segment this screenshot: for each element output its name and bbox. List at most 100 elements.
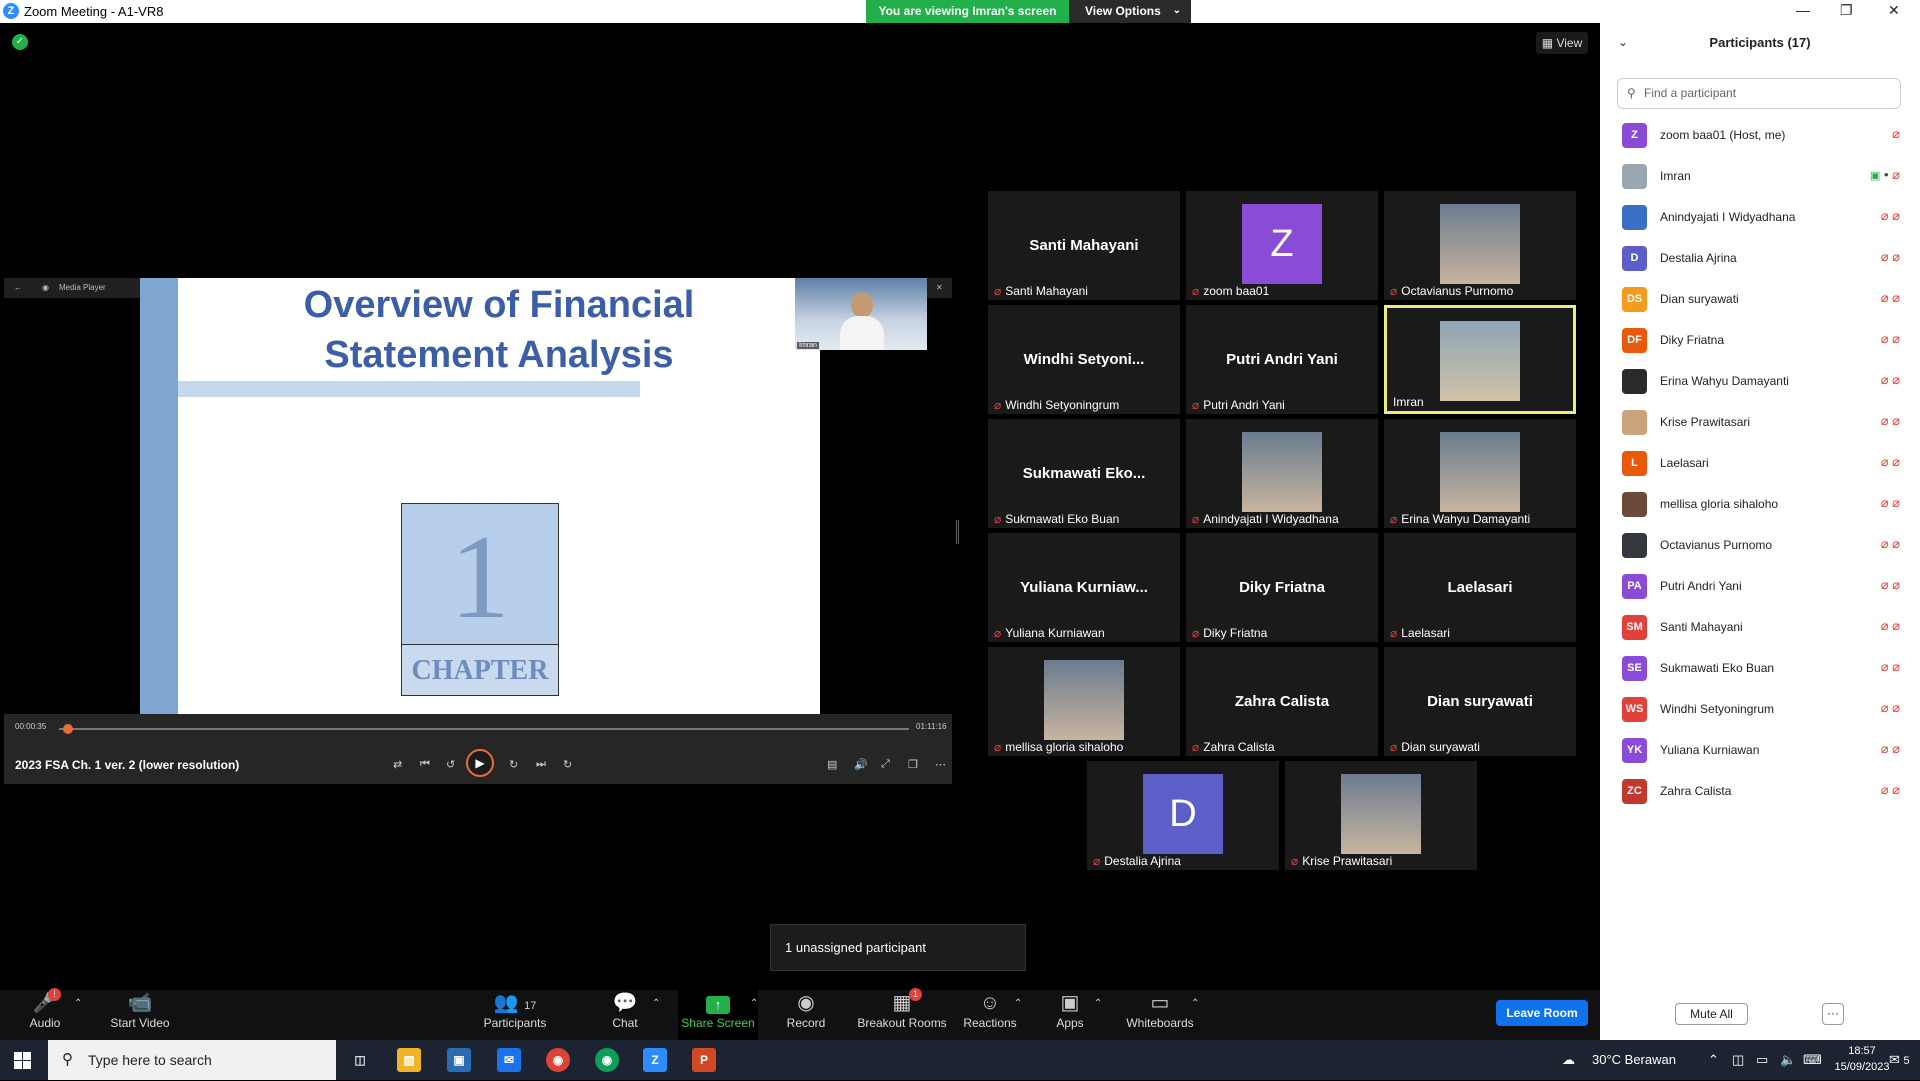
mic-muted-icon[interactable]: ⌀ xyxy=(1881,741,1889,756)
leave-room-button[interactable]: Leave Room xyxy=(1496,1000,1588,1026)
participant-row[interactable]: D Destalia Ajrina ⌀ ⌀ xyxy=(1600,238,1920,279)
video-tile[interactable]: ⌀ mellisa gloria sihaloho xyxy=(988,647,1180,756)
video-tile[interactable]: Dian suryawati ⌀ Dian suryawati xyxy=(1384,647,1576,756)
mic-muted-icon[interactable]: ⌀ xyxy=(1881,413,1889,428)
subtitles-icon[interactable]: ▤ xyxy=(827,758,837,771)
next-icon[interactable]: ⏭ xyxy=(536,758,546,771)
participant-search-input[interactable]: ⚲ Find a participant xyxy=(1617,78,1901,109)
network-icon[interactable]: ◫ xyxy=(1732,1040,1744,1080)
video-tile[interactable]: Windhi Setyoni... ⌀ Windhi Setyoningrum xyxy=(988,305,1180,414)
tray-chevron-icon[interactable]: ⌃ xyxy=(1708,1040,1719,1080)
chat-caret-icon[interactable]: ⌃ xyxy=(652,998,660,1009)
mic-muted-icon[interactable]: ⌀ xyxy=(1881,618,1889,633)
share-screen-button[interactable]: ↑ Share Screen xyxy=(678,990,758,1040)
video-tile[interactable]: Santi Mahayani ⌀ Santi Mahayani xyxy=(988,191,1180,300)
minimize-icon[interactable]: — xyxy=(1796,2,1810,18)
video-tile[interactable]: Imran xyxy=(1384,305,1576,414)
mic-muted-icon[interactable]: ⌀ xyxy=(1881,700,1889,715)
powerpoint-icon[interactable]: P xyxy=(692,1048,716,1072)
video-tile[interactable]: ⌀ Anindyajati I Widyadhana xyxy=(1186,419,1378,528)
video-off-icon[interactable]: ⌀ xyxy=(1892,413,1900,428)
audio-caret-icon[interactable]: ⌃ xyxy=(74,998,82,1009)
participant-row[interactable]: Krise Prawitasari ⌀ ⌀ xyxy=(1600,402,1920,443)
video-off-icon[interactable]: ⌀ xyxy=(1892,536,1900,551)
participant-row[interactable]: Zzoom baa01 (Host, me) ⌀ xyxy=(1600,115,1920,156)
close-icon[interactable]: ✕ xyxy=(1888,2,1900,19)
splitter-handle[interactable] xyxy=(956,520,959,544)
participant-row[interactable]: Octavianus Purnomo ⌀ ⌀ xyxy=(1600,525,1920,566)
miniplayer-icon[interactable]: ❐ xyxy=(908,758,918,771)
mic-muted-icon[interactable]: ⌀ xyxy=(1892,126,1900,141)
mic-muted-icon[interactable]: ⌀ xyxy=(1881,331,1889,346)
chat-button[interactable]: 💬 Chat xyxy=(600,990,650,1040)
mic-muted-icon[interactable]: ⌀ xyxy=(1881,577,1889,592)
mic-muted-icon[interactable]: ⌀ xyxy=(1881,372,1889,387)
taskbar-search-input[interactable]: ⚲ Type here to search xyxy=(48,1040,336,1080)
video-tile[interactable]: Laelasari ⌀ Laelasari xyxy=(1384,533,1576,642)
video-tile[interactable]: D ⌀ Destalia Ajrina xyxy=(1087,761,1279,870)
mic-muted-icon[interactable]: ⌀ xyxy=(1881,208,1889,223)
start-video-button[interactable]: 📹 Start Video xyxy=(100,990,180,1040)
encryption-shield-icon[interactable]: ✓ xyxy=(12,34,28,50)
video-off-icon[interactable]: ⌀ xyxy=(1892,249,1900,264)
seek-bar[interactable] xyxy=(59,724,909,734)
mic-muted-icon[interactable]: ⌀ xyxy=(1881,536,1889,551)
video-off-icon[interactable]: ⌀ xyxy=(1892,331,1900,346)
more-options-button[interactable]: ··· xyxy=(1822,1003,1844,1025)
participant-row[interactable]: ZC Zahra Calista ⌀ ⌀ xyxy=(1600,771,1920,812)
keyboard-icon[interactable]: ⌨ xyxy=(1803,1040,1822,1080)
share-caret-icon[interactable]: ⌃ xyxy=(750,998,758,1009)
microsoft-store-icon[interactable]: ▣ xyxy=(447,1048,471,1072)
mail-icon[interactable]: ✉ xyxy=(497,1048,521,1072)
windows-start-icon[interactable] xyxy=(14,1052,31,1069)
video-tile[interactable]: Putri Andri Yani ⌀ Putri Andri Yani xyxy=(1186,305,1378,414)
participant-row[interactable]: Imran ▣ • ⌀ xyxy=(1600,156,1920,197)
play-button[interactable]: ▶ xyxy=(466,749,494,777)
file-explorer-icon[interactable]: ▧ xyxy=(397,1048,421,1072)
mic-muted-icon[interactable]: ⌀ xyxy=(1881,495,1889,510)
video-tile[interactable]: Diky Friatna ⌀ Diky Friatna xyxy=(1186,533,1378,642)
restore-icon[interactable]: ❐ xyxy=(1840,2,1853,19)
participant-row[interactable]: YK Yuliana Kurniawan ⌀ ⌀ xyxy=(1600,730,1920,771)
video-off-icon[interactable]: ⌀ xyxy=(1892,700,1900,715)
fullscreen-icon[interactable]: ⤢ xyxy=(881,758,890,771)
participant-row[interactable]: Anindyajati I Widyadhana ⌀ ⌀ xyxy=(1600,197,1920,238)
whiteboards-caret-icon[interactable]: ⌃ xyxy=(1191,998,1199,1009)
system-clock[interactable]: 18:57 15/09/2023 xyxy=(1830,1043,1894,1075)
repeat-icon[interactable]: ↻ xyxy=(563,758,572,771)
participant-row[interactable]: L Laelasari ⌀ ⌀ xyxy=(1600,443,1920,484)
video-off-icon[interactable]: ⌀ xyxy=(1892,372,1900,387)
participant-row[interactable]: DF Diky Friatna ⌀ ⌀ xyxy=(1600,320,1920,361)
participants-button[interactable]: 👥 17 Participants xyxy=(475,990,555,1040)
video-off-icon[interactable]: ⌀ xyxy=(1892,290,1900,305)
more-options-icon[interactable]: ⋯ xyxy=(935,758,946,771)
video-off-icon[interactable]: ⌀ xyxy=(1892,167,1900,182)
participant-row[interactable]: SM Santi Mahayani ⌀ ⌀ xyxy=(1600,607,1920,648)
seek-handle[interactable] xyxy=(62,724,73,734)
reactions-caret-icon[interactable]: ⌃ xyxy=(1014,998,1022,1009)
mp-close-icon[interactable]: ✕ xyxy=(936,283,943,292)
video-tile[interactable]: ⌀ Krise Prawitasari xyxy=(1285,761,1477,870)
video-tile[interactable]: Sukmawati Eko... ⌀ Sukmawati Eko Buan xyxy=(988,419,1180,528)
chrome-profile-icon[interactable]: ◉ xyxy=(595,1048,619,1072)
video-off-icon[interactable]: ⌀ xyxy=(1892,782,1900,797)
weather-text[interactable]: 30°C Berawan xyxy=(1592,1040,1676,1080)
view-button[interactable]: ▦ View xyxy=(1536,32,1588,54)
display-icon[interactable]: ▭ xyxy=(1756,1040,1768,1080)
mic-muted-icon[interactable]: ⌀ xyxy=(1881,782,1889,797)
zoom-taskbar-icon[interactable]: Z xyxy=(643,1048,667,1072)
mic-muted-icon[interactable]: ⌀ xyxy=(1881,249,1889,264)
mute-all-button[interactable]: Mute All xyxy=(1675,1003,1748,1025)
whiteboards-button[interactable]: ▭ Whiteboards xyxy=(1120,990,1200,1040)
audio-button[interactable]: 🎤 ! Audio xyxy=(20,988,70,1040)
video-off-icon[interactable]: ⌀ xyxy=(1892,741,1900,756)
microphone-icon[interactable]: • xyxy=(1884,167,1889,182)
volume-icon[interactable]: 🔊 xyxy=(854,758,868,771)
task-view-icon[interactable]: ◫ xyxy=(348,1048,372,1072)
previous-icon[interactable]: ⏮ xyxy=(420,758,430,771)
breakout-rooms-button[interactable]: ▦ 1 Breakout Rooms xyxy=(852,988,952,1040)
view-options-button[interactable]: View Options ⌄ xyxy=(1069,0,1191,23)
video-off-icon[interactable]: ⌀ xyxy=(1892,618,1900,633)
video-tile[interactable]: Zahra Calista ⌀ Zahra Calista xyxy=(1186,647,1378,756)
chrome-icon[interactable]: ◉ xyxy=(546,1048,570,1072)
